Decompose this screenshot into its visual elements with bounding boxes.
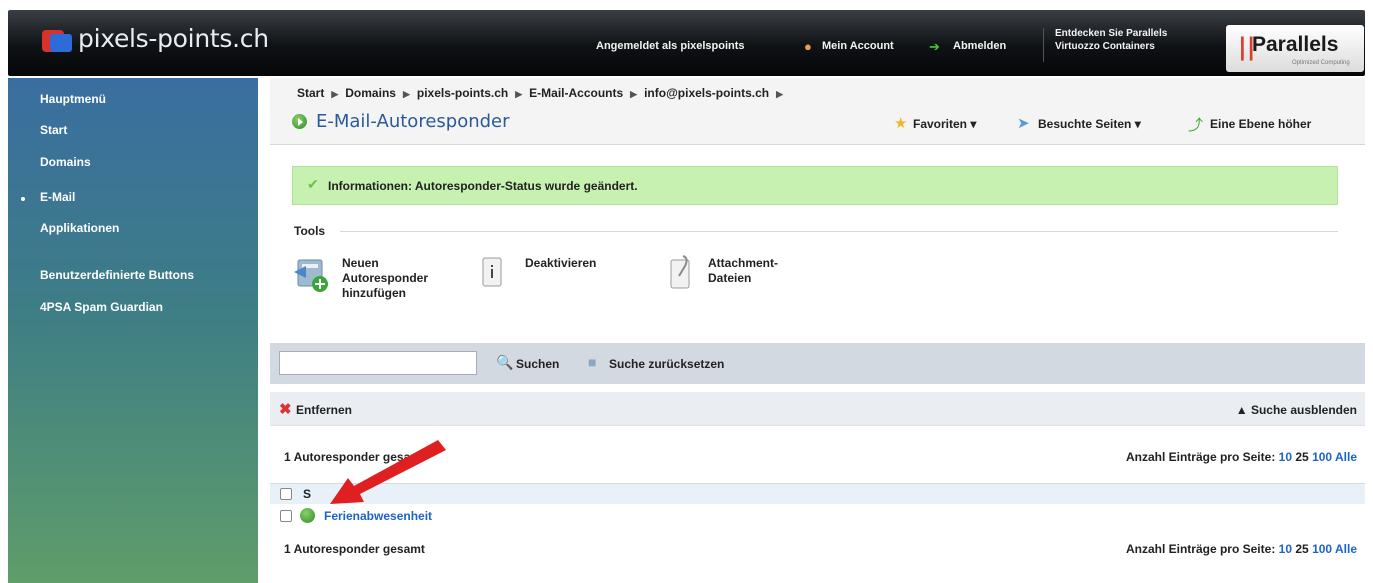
brand-name: pixels-points.ch bbox=[78, 24, 269, 53]
page-size-25-bottom[interactable]: 25 bbox=[1295, 542, 1308, 556]
page-header: Start ▶ Domains ▶ pixels-points.ch ▶ E-Mail-Ac… bbox=[270, 78, 1365, 145]
logout-link[interactable]: Abmelden bbox=[953, 40, 1006, 52]
add-line-1: Neuen bbox=[342, 256, 379, 270]
per-page-label: Anzahl Einträge pro Seite: bbox=[1125, 450, 1276, 464]
deactivate-icon[interactable] bbox=[481, 256, 505, 290]
header-bar: pixels-points.ch Angemeldet als pixelspo… bbox=[8, 10, 1365, 76]
autoresponder-icon bbox=[292, 114, 307, 129]
search-bar: 🔍 Suchen ■ Suche zurücksetzen bbox=[270, 343, 1365, 384]
status-active-icon[interactable] bbox=[300, 508, 315, 523]
page-size-all-bottom[interactable]: Alle bbox=[1335, 542, 1357, 556]
tools-divider bbox=[340, 231, 1338, 232]
magnifier-icon: 🔍 bbox=[496, 354, 514, 370]
info-message: ✔ Informationen: Autoresponder-Status wu… bbox=[292, 166, 1338, 205]
page-size-100[interactable]: 100 bbox=[1312, 450, 1332, 464]
visited-pages-menu[interactable]: Besuchte Seiten ▾ bbox=[1038, 117, 1141, 131]
green-arrow-icon: ➔ bbox=[929, 39, 940, 54]
per-page-selector-top: Anzahl Einträge pro Seite: 10 25 100 All… bbox=[1126, 450, 1357, 464]
user-icon: ● bbox=[804, 39, 812, 54]
arrow-icon: ➤ bbox=[1017, 115, 1030, 132]
per-page-label-bottom: Anzahl Einträge pro Seite: bbox=[1125, 542, 1276, 556]
tools-title: Tools bbox=[294, 224, 326, 238]
reset-search-icon: ■ bbox=[588, 354, 597, 370]
add-autoresponder-button[interactable]: Neuen Autoresponder hinzufügen bbox=[342, 256, 428, 301]
promo-text[interactable]: Entdecken Sie Parallels Virtuozzo Contai… bbox=[1055, 27, 1167, 53]
promo-line-2: Virtuozzo Containers bbox=[1055, 41, 1155, 52]
sidebar-item-email[interactable]: E-Mail bbox=[40, 190, 75, 204]
total-count-bottom: 1 Autoresponder gesamt bbox=[284, 542, 425, 556]
sidebar: Hauptmenü Start Domains E-Mail Applikati… bbox=[8, 78, 258, 583]
header-divider bbox=[1043, 28, 1044, 62]
parallels-logo[interactable]: || Parallels Optimized Computing bbox=[1226, 25, 1364, 72]
info-message-text: Informationen: Autoresponder-Status wurd… bbox=[328, 179, 638, 193]
search-input[interactable] bbox=[279, 351, 477, 375]
remove-icon: ✖ bbox=[279, 401, 292, 418]
visited-label: Besuchte Seiten bbox=[1038, 117, 1132, 131]
column-status[interactable]: S bbox=[303, 487, 311, 501]
deactivate-button[interactable]: Deaktivieren bbox=[525, 256, 596, 271]
table-row: Ferienabwesenheit bbox=[270, 505, 1365, 527]
checkmark-icon: ✔ bbox=[307, 176, 319, 192]
promo-line-1: Entdecken Sie Parallels bbox=[1055, 28, 1168, 39]
deactivate-label: Deaktivieren bbox=[525, 256, 597, 270]
favorites-menu[interactable]: Favoriten ▾ bbox=[913, 117, 976, 131]
breadcrumb: Start ▶ Domains ▶ pixels-points.ch ▶ E-Mail-Ac… bbox=[297, 86, 784, 100]
add-line-2: Autoresponder bbox=[342, 271, 429, 285]
search-button[interactable]: Suchen bbox=[516, 357, 559, 371]
favorites-label: Favoriten bbox=[913, 117, 968, 131]
add-autoresponder-icon[interactable] bbox=[292, 254, 332, 296]
level-up-link[interactable]: Eine Ebene höher bbox=[1210, 117, 1311, 131]
main-content: Start ▶ Domains ▶ pixels-points.ch ▶ E-Mail-Ac… bbox=[270, 78, 1365, 583]
top-bar: pixels-points.ch Angemeldet als pixelspo… bbox=[0, 0, 1373, 78]
breadcrumb-domain[interactable]: pixels-points.ch bbox=[417, 86, 508, 100]
green-up-arrow-icon: ⤴ bbox=[1188, 117, 1204, 134]
attachments-button[interactable]: Attachment- Dateien bbox=[708, 256, 778, 286]
count-row-bottom: 1 Autoresponder gesamt Anzahl Einträge p… bbox=[270, 534, 1365, 564]
logged-in-as: Angemeldet als pixelspoints bbox=[596, 40, 745, 52]
sidebar-item-start[interactable]: Start bbox=[40, 123, 67, 137]
page-size-100-bottom[interactable]: 100 bbox=[1312, 542, 1332, 556]
star-icon: ★ bbox=[894, 115, 908, 132]
page-size-10-bottom[interactable]: 10 bbox=[1279, 542, 1292, 556]
annotation-arrow-icon bbox=[330, 440, 446, 504]
sidebar-item-applikationen[interactable]: Applikationen bbox=[40, 221, 119, 235]
page-size-25[interactable]: 25 bbox=[1295, 450, 1308, 464]
active-bullet bbox=[21, 197, 25, 201]
list-toolbar: ✖ Entfernen ▲ Suche ausblenden bbox=[270, 392, 1365, 426]
sidebar-item-domains[interactable]: Domains bbox=[40, 155, 91, 169]
sidebar-item-hauptmenu[interactable]: Hauptmenü bbox=[40, 92, 106, 106]
row-checkbox[interactable] bbox=[280, 510, 292, 522]
sidebar-item-custom-buttons[interactable]: Benutzerdefinierte Buttons bbox=[40, 268, 194, 282]
pixels-points-logo-icon bbox=[42, 24, 72, 52]
hide-search-label: Suche ausblenden bbox=[1250, 403, 1357, 417]
page-size-all[interactable]: Alle bbox=[1335, 450, 1357, 464]
remove-button[interactable]: Entfernen bbox=[296, 403, 352, 417]
per-page-selector-bottom: Anzahl Einträge pro Seite: 10 25 100 All… bbox=[1126, 542, 1357, 556]
breadcrumb-email-accounts[interactable]: E-Mail-Accounts bbox=[529, 86, 623, 100]
select-all-checkbox[interactable] bbox=[280, 488, 292, 500]
attachments-line-2: Dateien bbox=[708, 271, 752, 285]
parallels-logo-text: Parallels bbox=[1252, 33, 1339, 56]
parallels-logo-subtext: Optimized Computing bbox=[1292, 60, 1350, 66]
attachment-icon[interactable] bbox=[667, 254, 695, 292]
my-account-link[interactable]: Mein Account bbox=[822, 40, 894, 52]
autoresponder-name-link[interactable]: Ferienabwesenheit bbox=[324, 509, 432, 523]
hide-search-button[interactable]: ▲ Suche ausblenden bbox=[1236, 403, 1357, 417]
breadcrumb-domains[interactable]: Domains bbox=[345, 86, 396, 100]
breadcrumb-start[interactable]: Start bbox=[297, 86, 324, 100]
attachments-line-1: Attachment- bbox=[708, 256, 779, 270]
sidebar-item-spam-guardian[interactable]: 4PSA Spam Guardian bbox=[40, 300, 163, 314]
page-title: E-Mail-Autoresponder bbox=[316, 111, 510, 132]
add-line-3: hinzufügen bbox=[342, 286, 406, 300]
breadcrumb-account[interactable]: info@pixels-points.ch bbox=[644, 86, 769, 100]
reset-search-button[interactable]: Suche zurücksetzen bbox=[609, 357, 724, 371]
page-size-10[interactable]: 10 bbox=[1279, 450, 1292, 464]
